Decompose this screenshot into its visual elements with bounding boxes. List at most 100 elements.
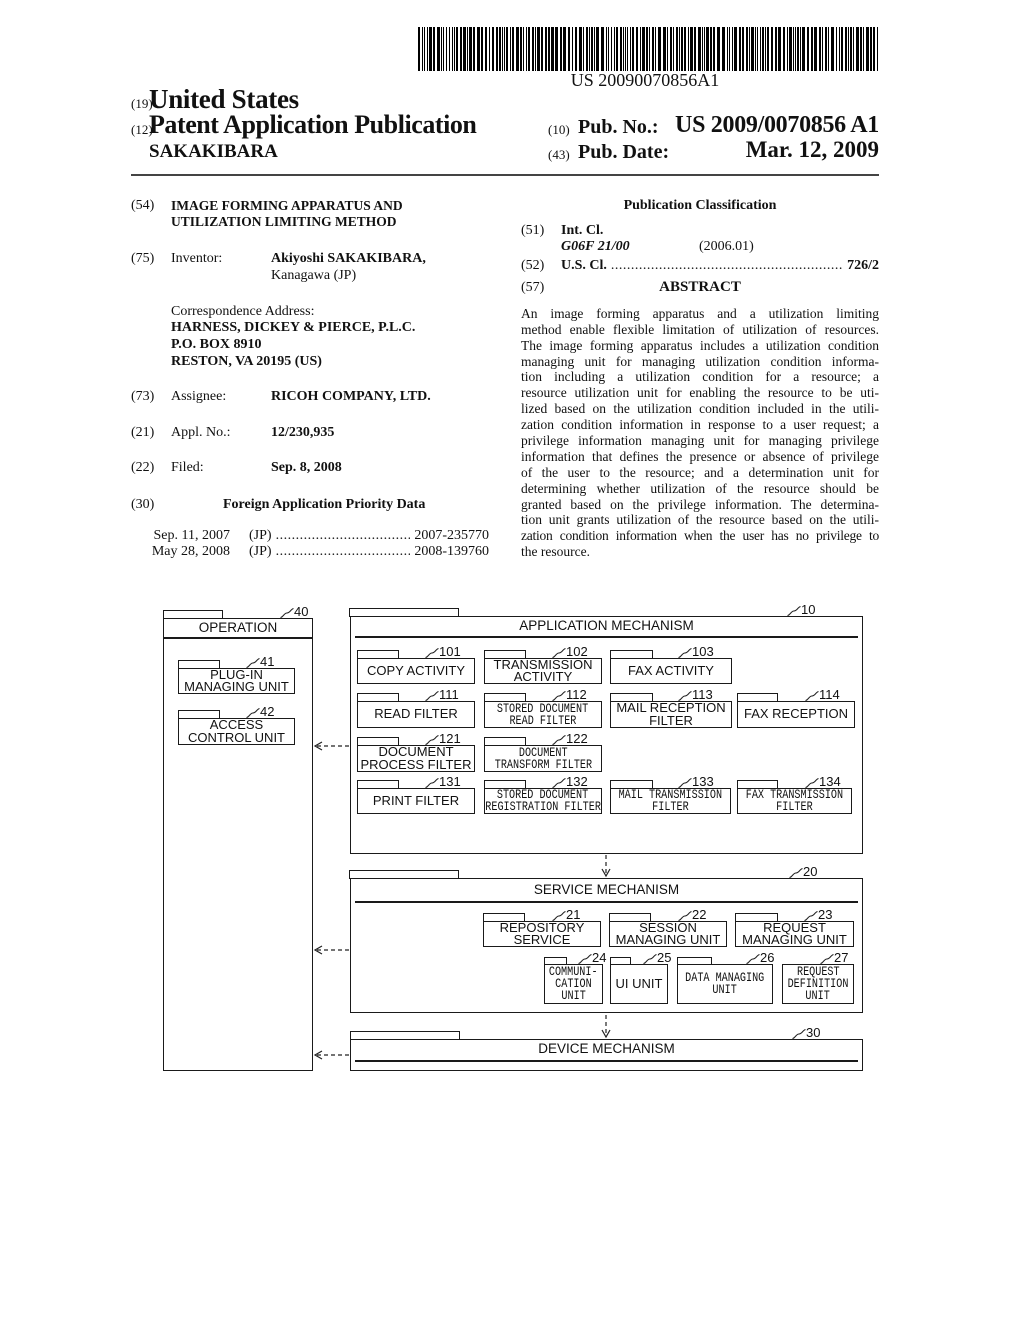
barcode-bar — [734, 27, 737, 71]
us-cl-field: (52) U.S. Cl. 726/2 — [521, 258, 879, 274]
barcode-bar — [596, 27, 599, 71]
component-label: PROCESS FILTER — [360, 756, 472, 772]
component-label: TRANSFORM FILTER — [494, 756, 592, 772]
barcode-bar — [463, 27, 466, 71]
barcode-bar — [771, 27, 773, 71]
barcode-bar — [673, 27, 674, 71]
ref-number: 23 — [818, 907, 833, 922]
barcode-bar — [853, 27, 854, 71]
barcode-bar — [795, 27, 796, 71]
barcode-bar — [460, 27, 462, 71]
component-label: REGISTRATION FILTER — [485, 799, 601, 814]
barcode-bar — [787, 27, 788, 71]
component-box: DOCUMENT PROCESS FILTER — [357, 745, 475, 772]
leader-line-icon — [425, 734, 439, 745]
ref-number: 40 — [294, 604, 309, 619]
barcode-bar — [437, 27, 440, 71]
component-box: PRINT FILTER — [357, 788, 475, 814]
ref-number: 131 — [439, 774, 461, 789]
ref-number: 26 — [760, 950, 775, 965]
barcode-bar — [443, 27, 444, 71]
barcode-bar — [636, 27, 638, 71]
barcode-bar — [555, 27, 558, 71]
leader-line-icon — [552, 910, 566, 921]
header-divider — [131, 174, 879, 176]
barcode-bar — [800, 27, 801, 71]
barcode-bar — [739, 27, 741, 71]
barcode-bar — [676, 27, 678, 71]
ref-number: 30 — [806, 1025, 821, 1040]
appl-no-label: Appl. No.: — [171, 425, 231, 440]
leader-line-icon — [792, 1028, 806, 1039]
leader-line-icon — [246, 707, 260, 718]
barcode-bar — [670, 27, 672, 71]
priority-number: 2008-139760 — [414, 544, 489, 559]
leader-line-icon — [246, 657, 260, 668]
component-box: MAIL TRANSMISSION FILTER — [610, 788, 731, 814]
barcode-bar — [831, 27, 834, 71]
barcode-bar — [523, 27, 524, 71]
abstract-line: privilege information managing unit for … — [521, 433, 879, 448]
ref-label-121: 121 — [425, 732, 461, 745]
barcode-bar — [807, 27, 809, 71]
abstract-line: of the user to the resource; and a deter… — [521, 465, 879, 480]
barcode-bar — [625, 27, 626, 71]
component-label: READ FILTER — [374, 706, 458, 722]
barcode-bar — [452, 27, 453, 71]
barcode-bar — [456, 27, 458, 71]
barcode-bar — [663, 27, 666, 71]
inventor-field: (75) Inventor: Akiyoshi SAKAKIBARA, — [131, 251, 426, 267]
ref-label-22: 22 — [678, 908, 706, 921]
barcode-bar — [797, 27, 799, 71]
barcode-bar — [492, 27, 494, 71]
barcode-bar — [579, 27, 582, 71]
ref-label-41: 41 — [246, 655, 274, 668]
int-cl-class: G06F 21/00 — [561, 239, 630, 254]
barcode-bar — [863, 27, 864, 71]
component-label: UI UNIT — [615, 975, 663, 991]
ref-label-102: 102 — [552, 645, 588, 658]
ref-number: 22 — [692, 907, 707, 922]
arrow-device-to-operation — [313, 1050, 349, 1060]
barcode-bar — [646, 27, 648, 71]
barcode-bar — [722, 27, 725, 71]
barcode-bar — [473, 27, 475, 71]
priority-number: 2007-235770 — [414, 528, 489, 543]
component-box: SESSION MANAGING UNIT — [609, 921, 727, 947]
int-cl-field: (51) Int. Cl. — [521, 223, 603, 239]
component-label: SERVICE — [513, 932, 571, 947]
abstract-line: lized based on the utilization condition… — [521, 401, 879, 416]
dot-leader — [276, 544, 411, 560]
barcode-bar — [710, 27, 712, 71]
component-label: PRINT FILTER — [372, 792, 460, 808]
component-label: READ FILTER — [509, 712, 577, 728]
barcode-bar — [427, 27, 428, 71]
leader-line-icon — [789, 867, 803, 878]
int-cl-code: (51) — [521, 223, 545, 238]
barcode-bar — [616, 27, 618, 71]
barcode-bar — [658, 27, 661, 71]
component-label: COPY ACTIVITY — [366, 662, 465, 678]
operation-title: OPERATION — [198, 620, 278, 635]
component-box: PLUG-IN MANAGING UNIT — [178, 668, 295, 694]
component-box: ACCESS CONTROL UNIT — [178, 718, 295, 745]
barcode-bar — [702, 27, 703, 71]
ref-label-111: 111 — [425, 688, 459, 701]
component-box: FAX TRANSMISSION FILTER — [737, 788, 852, 814]
barcode-bar — [575, 27, 577, 71]
component-label: ACTIVITY — [513, 669, 573, 684]
barcode-bar — [732, 27, 733, 71]
barcode-bar — [860, 27, 862, 71]
barcode-bar — [589, 27, 590, 71]
barcode-bar — [608, 27, 609, 71]
leader-line-icon — [425, 647, 439, 658]
ref-label-133: 133 — [678, 775, 714, 788]
barcode-bar — [690, 27, 693, 71]
ref-number: 134 — [819, 774, 841, 789]
component-box: DOCUMENT TRANSFORM FILTER — [484, 745, 602, 772]
barcode-bar — [866, 27, 869, 71]
barcode-bar — [520, 27, 522, 71]
ref-number: 27 — [834, 950, 849, 965]
correspondence-line-1: HARNESS, DICKEY & PIERCE, P.L.C. — [171, 320, 416, 335]
ref-label-101: 101 — [425, 645, 461, 658]
